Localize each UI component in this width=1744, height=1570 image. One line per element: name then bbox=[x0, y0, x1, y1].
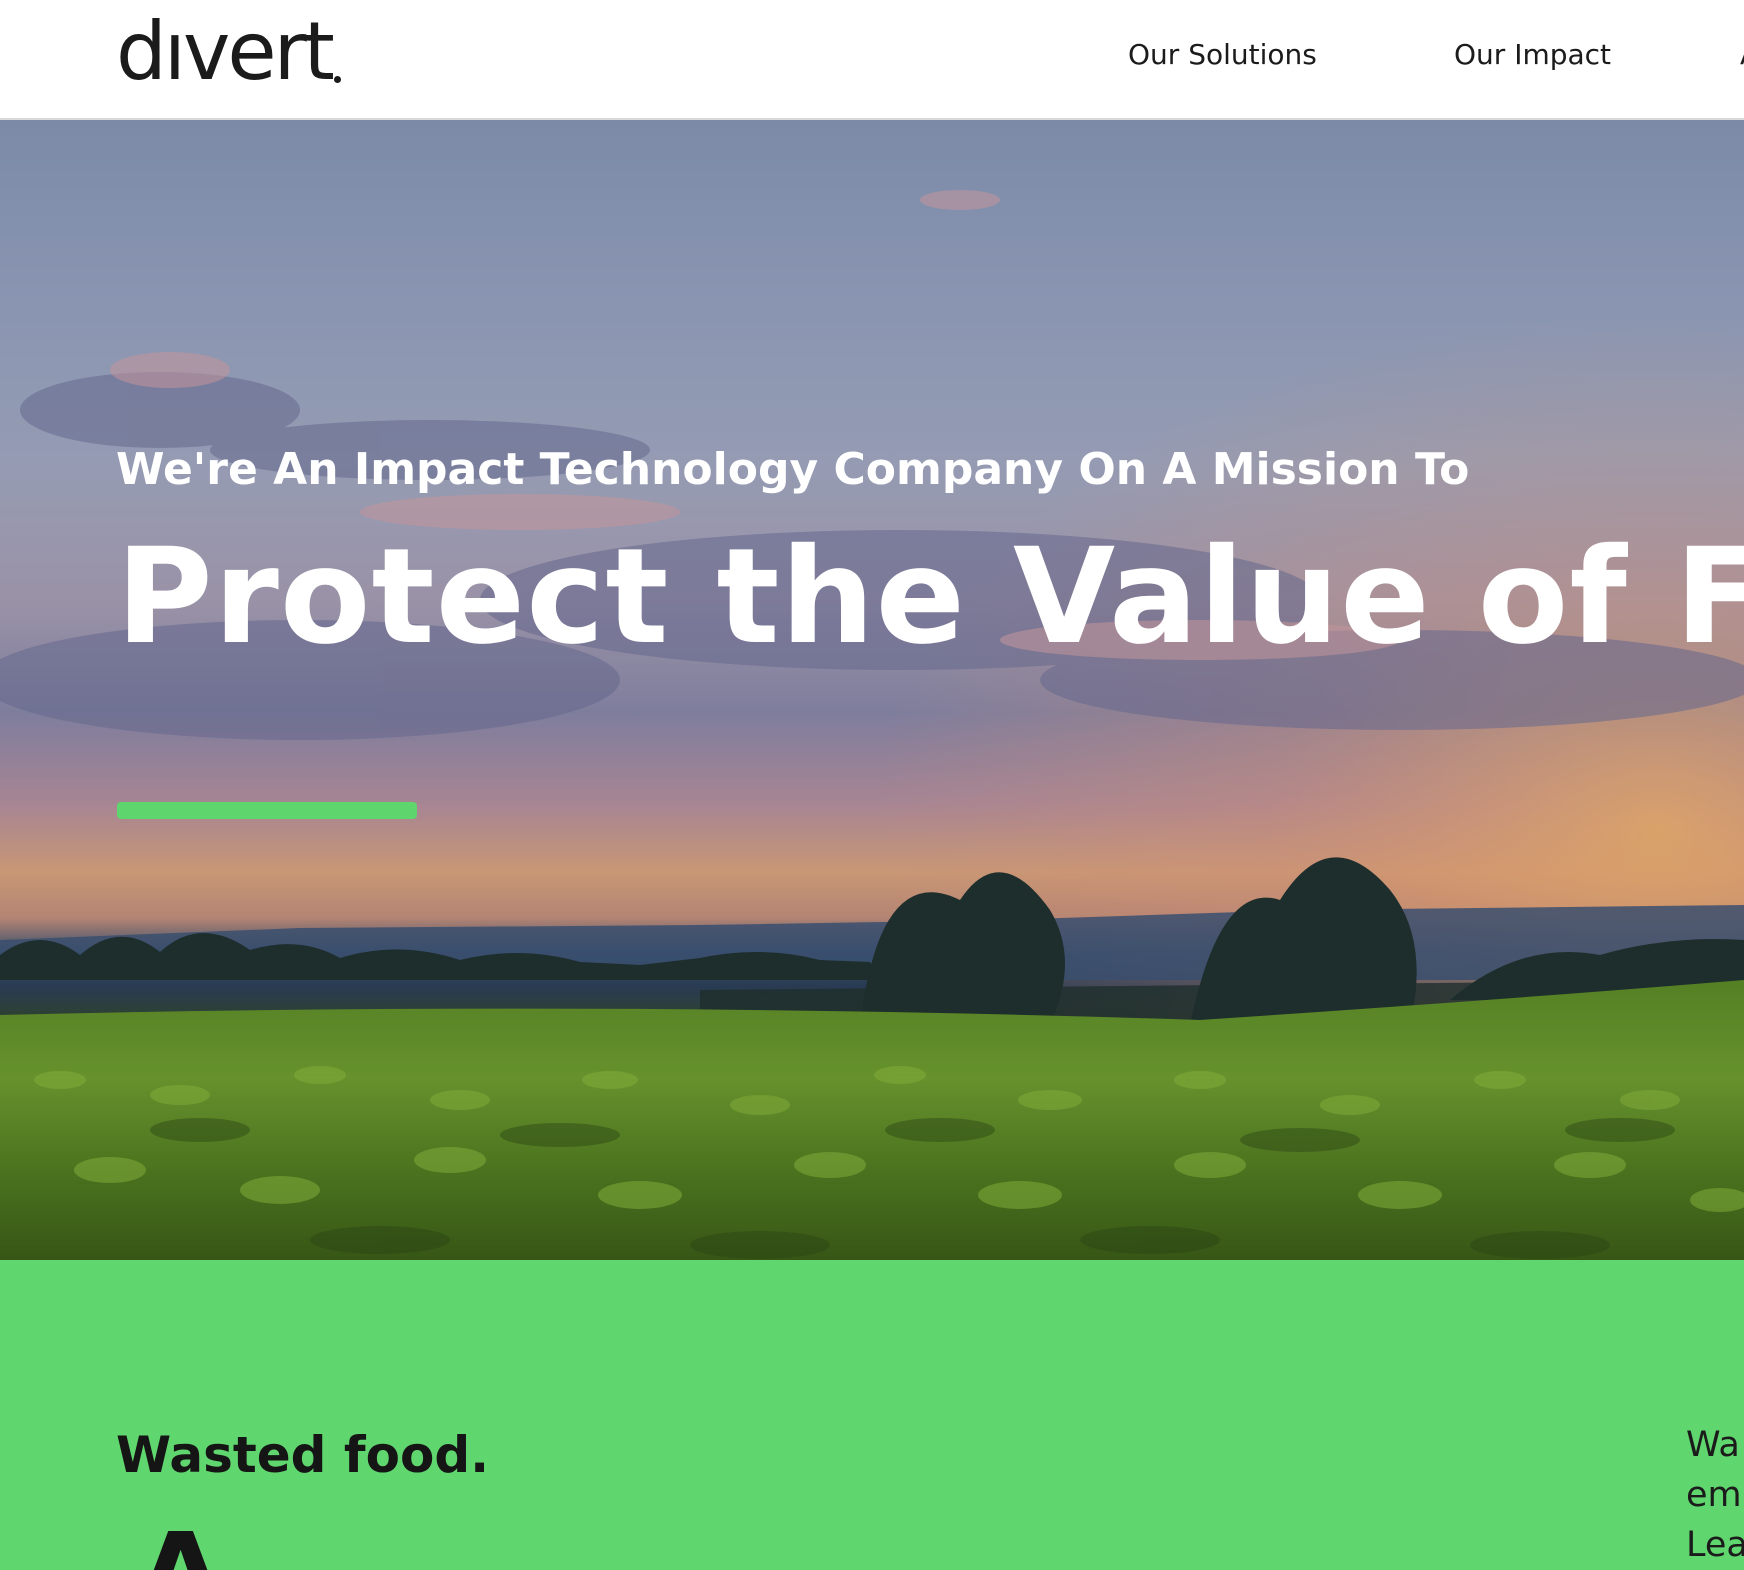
hero-title: Protect the Value of Foo bbox=[116, 520, 1744, 674]
site-header: dıvert Our Solutions Our Impact A bbox=[0, 0, 1744, 120]
hero-section: We're An Impact Technology Company On A … bbox=[0, 120, 1744, 1260]
intro-heading: Wasted food. bbox=[116, 1426, 490, 1484]
hero-overlay bbox=[0, 120, 1744, 1260]
nav-our-impact[interactable]: Our Impact bbox=[1454, 38, 1611, 71]
intro-side-line: emi bbox=[1686, 1475, 1744, 1515]
intro-side-line: Wa bbox=[1686, 1425, 1740, 1465]
nav-item-partial[interactable]: A bbox=[1740, 38, 1744, 71]
intro-side-text: Wa emi Lea bbox=[1686, 1420, 1744, 1570]
hero-kicker: We're An Impact Technology Company On A … bbox=[116, 444, 1470, 495]
intro-big-text: A bbox=[138, 1518, 223, 1570]
intro-section: Wasted food. A Wa emi Lea bbox=[0, 1260, 1744, 1570]
hero-accent-bar bbox=[117, 802, 417, 819]
logo-registered-mark bbox=[334, 76, 341, 83]
nav-our-solutions[interactable]: Our Solutions bbox=[1128, 38, 1317, 71]
intro-side-line: Lea bbox=[1686, 1525, 1744, 1565]
divert-logo[interactable]: dıvert bbox=[116, 12, 335, 92]
